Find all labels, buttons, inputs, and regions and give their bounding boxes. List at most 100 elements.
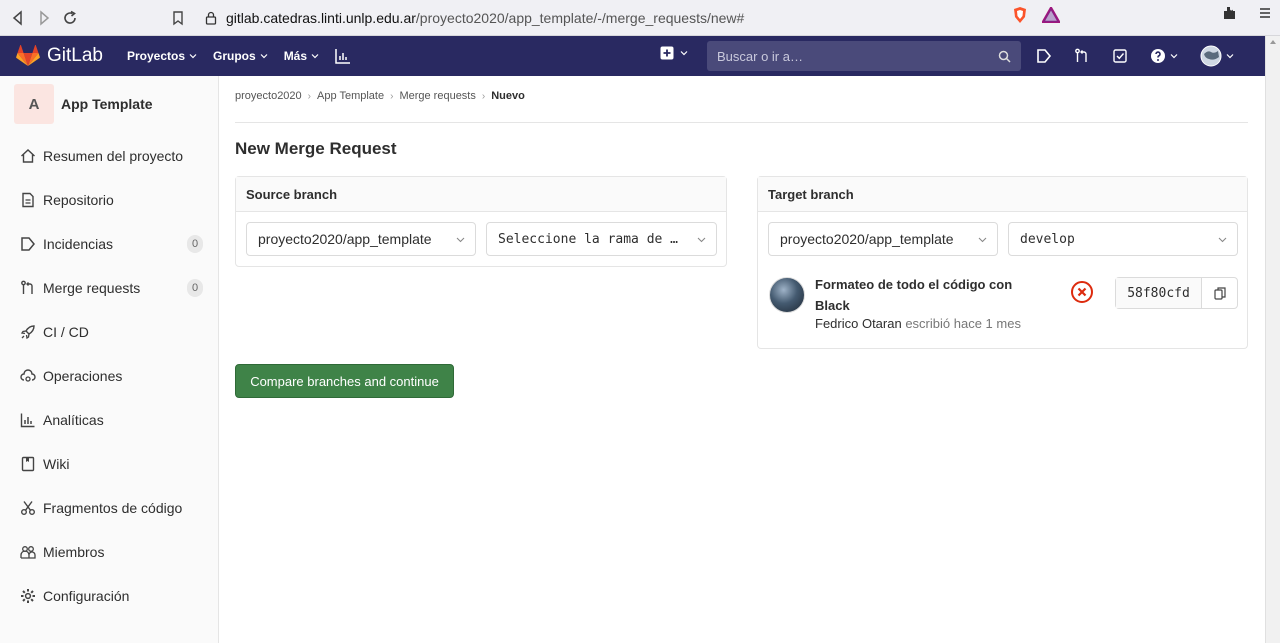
lock-icon [205,11,217,25]
chevron-down-icon [1226,54,1234,59]
url-path: /proyecto2020/app_template/-/merge_reque… [415,10,745,26]
sidebar-item-merge-requests[interactable]: Merge requests 0 [0,266,219,310]
brave-rewards-icon[interactable] [1042,7,1060,23]
source-project-value: proyecto2020/app_template [258,231,432,247]
copy-sha-button[interactable] [1202,278,1237,308]
merge-requests-count-badge: 0 [187,279,203,297]
sidebar-item-operaciones[interactable]: Operaciones [0,354,219,398]
chevron-down-icon [697,237,706,243]
menu-icon[interactable] [1258,6,1272,20]
breadcrumb-divider [235,122,1248,123]
breadcrumb: proyecto2020 › App Template › Merge requ… [235,90,525,102]
commit-sha[interactable]: 58f80cfd [1116,278,1202,308]
target-branch-value: develop [1020,231,1075,247]
nav-groups-dropdown[interactable]: Grupos [213,49,268,63]
gitlab-navbar: GitLab Proyectos Grupos Más Buscar o ir … [0,36,1265,76]
back-icon[interactable] [6,6,30,30]
nav-more-dropdown[interactable]: Más [284,49,319,63]
commit-author-avatar[interactable] [769,277,805,313]
source-project-dropdown[interactable]: proyecto2020/app_template [246,222,476,256]
gitlab-home-link[interactable]: GitLab [16,45,103,67]
source-branch-heading: Source branch [236,177,726,212]
chevron-down-icon [1170,54,1178,59]
issues-icon [21,237,35,251]
home-icon [21,149,35,163]
sidebar-project-header[interactable]: A App Template [0,76,218,132]
target-project-dropdown[interactable]: proyecto2020/app_template [768,222,998,256]
document-icon [22,192,34,208]
target-commit-box: Formateo de todo el código con Black Fed… [757,266,1248,349]
target-branch-dropdown[interactable]: develop [1008,222,1238,256]
compare-branches-button[interactable]: Compare branches and continue [235,364,454,398]
target-branch-panel: Target branch proyecto2020/app_template … [757,176,1248,267]
sidebar-item-repositorio[interactable]: Repositorio [0,178,219,222]
gitlab-brand: GitLab [47,45,103,66]
project-name: App Template [61,96,153,112]
sidebar-item-incidencias[interactable]: Incidencias 0 [0,222,219,266]
page-scrollbar[interactable] [1265,36,1280,643]
sidebar-item-wiki[interactable]: Wiki [0,442,219,486]
sidebar-item-analiticas[interactable]: Analíticas [0,398,219,442]
chevron-down-icon [189,54,197,59]
target-project-value: proyecto2020/app_template [780,231,954,247]
commit-sha-group: 58f80cfd [1115,277,1238,309]
chevron-down-icon [1218,237,1227,243]
brave-shield-icon[interactable] [1012,6,1028,24]
breadcrumb-separator: › [481,90,486,102]
sidebar-item-configuracion[interactable]: Configuración [0,574,219,618]
sidebar-item-label: Repositorio [43,192,114,208]
pipeline-failed-icon[interactable] [1070,280,1094,304]
commit-author[interactable]: Fedrico Otaran [815,316,902,331]
breadcrumb-separator: › [390,90,394,102]
activity-chart-icon[interactable] [335,48,351,64]
reload-icon[interactable] [58,6,82,30]
new-item-dropdown[interactable] [660,46,688,60]
page-title: New Merge Request [235,139,397,158]
commit-title[interactable]: Formateo de todo el código con Black [815,274,1035,316]
merge-request-icon [21,280,33,294]
chevron-down-icon [978,237,987,243]
sidebar-item-label: Resumen del proyecto [43,148,184,164]
user-menu-dropdown[interactable] [1200,45,1234,67]
chevron-down-icon [680,51,688,56]
sidebar-item-label: Incidencias [43,236,114,252]
sidebar-item-miembros[interactable]: Miembros [0,530,219,574]
sidebar-item-label: CI / CD [43,324,89,340]
chevron-down-icon [456,237,465,243]
extensions-icon[interactable] [1222,6,1236,20]
breadcrumb-group-link[interactable]: proyecto2020 [235,90,302,102]
sidebar-item-ci-cd[interactable]: CI / CD [0,310,219,354]
forward-icon[interactable] [32,6,56,30]
merge-requests-nav-icon[interactable] [1074,48,1090,64]
browser-toolbar: gitlab.catedras.linti.unlp.edu.ar/proyec… [0,0,1280,36]
nav-groups-label: Grupos [213,49,256,63]
sidebar-item-resumen[interactable]: Resumen del proyecto [0,134,219,178]
issues-nav-icon[interactable] [1036,48,1052,64]
project-avatar: A [14,84,54,124]
sidebar-item-label: Fragmentos de código [43,500,183,516]
bookmark-icon[interactable] [166,6,190,30]
todos-nav-icon[interactable] [1112,48,1128,64]
gear-icon [21,589,35,603]
source-branch-dropdown[interactable]: Seleccione la rama de … [486,222,717,256]
cloud-gear-icon [20,369,36,382]
help-dropdown[interactable] [1150,48,1178,64]
gitlab-logo-icon [16,45,40,66]
book-icon [21,456,35,472]
scroll-up-icon[interactable] [1270,40,1276,44]
users-icon [20,546,36,559]
sidebar-item-label: Analíticas [43,412,104,428]
user-avatar-icon [1200,45,1222,67]
breadcrumb-current: Nuevo [491,90,525,102]
source-branch-placeholder: Seleccione la rama de … [498,231,679,247]
commit-meta: Fedrico Otaran escribió hace 1 mes [815,316,1021,331]
search-input[interactable]: Buscar o ir a… [707,41,1021,71]
address-bar[interactable]: gitlab.catedras.linti.unlp.edu.ar/proyec… [204,6,1054,30]
url-host: gitlab.catedras.linti.unlp.edu.ar [226,10,416,26]
sidebar-item-fragmentos[interactable]: Fragmentos de código [0,486,219,530]
nav-projects-dropdown[interactable]: Proyectos [127,49,197,63]
target-branch-heading: Target branch [758,177,1247,212]
breadcrumb-mr-link[interactable]: Merge requests [399,90,475,102]
commit-time: escribió hace 1 mes [905,316,1021,331]
breadcrumb-project-link[interactable]: App Template [317,90,384,102]
